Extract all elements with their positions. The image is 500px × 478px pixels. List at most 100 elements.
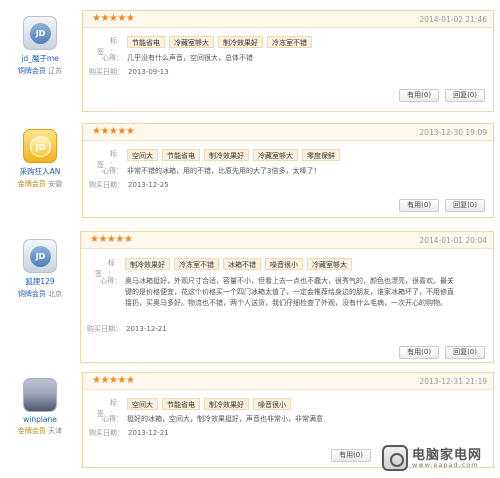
- member-level: 铜牌会员 北京: [0, 289, 80, 299]
- member-level: 金牌会员 天津: [0, 426, 80, 436]
- useful-button[interactable]: 有用(0): [399, 89, 440, 102]
- tag-list: 节能省电 冷藏室够大 制冷效果好 冷冻室不错: [127, 36, 316, 49]
- user-location: 辽苏: [48, 67, 63, 75]
- tag: 制冷效果好: [204, 398, 249, 410]
- review-item: JD 采购狂人AN 金牌会员 安徽 ★★★★★ 2013-12-30 19:09…: [0, 123, 500, 223]
- user-info: JD 狐狸129 铜牌会员 北京: [0, 239, 80, 299]
- comment-label: 心得：: [102, 167, 123, 175]
- user-info: winplane 金牌会员 天津: [0, 378, 80, 436]
- purchase-date: 2013-12-25: [128, 181, 169, 189]
- comment-row: 心得： 几乎没有什么声音，空间很大，总体不错: [89, 53, 487, 64]
- watermark-url: www.eapad.com: [412, 461, 479, 469]
- purchase-date: 2013-09-13: [128, 68, 169, 76]
- tag: 节能省电: [162, 398, 200, 410]
- review-header: ★★★★★ 2014-01-01 20:04: [81, 232, 493, 249]
- tag: 冷冻室不错: [267, 36, 312, 48]
- jd-logo-icon: JD: [30, 23, 51, 44]
- jd-logo-icon: JD: [30, 136, 51, 157]
- review-header: ★★★★★ 2013-12-30 19:09: [83, 124, 493, 141]
- review-date: 2014-01-02 21:46: [419, 15, 487, 24]
- star-rating: ★★★★★: [90, 234, 133, 245]
- reply-button[interactable]: 回复(0): [445, 89, 485, 102]
- useful-button[interactable]: 有用(0): [331, 449, 371, 462]
- review-item: JD 狐狸129 铜牌会员 北京 ★★★★★ 2014-01-01 20:04 …: [0, 231, 500, 366]
- member-level-text: 金牌会员: [17, 180, 46, 188]
- comment-label: 心得：: [100, 277, 121, 285]
- member-level: 铜牌会员 辽苏: [0, 66, 80, 76]
- star-rating: ★★★★★: [92, 375, 135, 386]
- username-link[interactable]: jd_魔子me: [0, 53, 80, 64]
- review-date: 2013-12-30 19:09: [419, 128, 487, 137]
- comment-row: 心得： 非常不错的冰箱，用的不错，比原先用的大了3倍多，太棒了！: [89, 166, 487, 177]
- purchase-row: 购买日期： 2013-12-21: [87, 324, 487, 335]
- comment-row: 心得： 奥马冰箱挺好，外观尺寸合适，容量不小，但看上去一点也不蠢大，很秀气的，颜色…: [87, 276, 487, 309]
- review-box: ★★★★★ 2013-12-30 19:09 标 签：空间大 节能省电 制冷效果好冷…: [82, 123, 494, 218]
- purchase-row: 购买日期： 2013-12-21: [89, 428, 487, 439]
- tag-list: 空间大 节能省电 制冷效果好 冷藏室够大 零度保鲜: [127, 149, 344, 162]
- purchase-date: 2013-12-21: [126, 325, 167, 333]
- user-info: JD jd_魔子me 铜牌会员 辽苏: [0, 16, 80, 76]
- tag: 制冷效果好: [125, 258, 170, 270]
- purchase-label: 购买日期：: [87, 325, 122, 333]
- reply-button[interactable]: 回复(0): [445, 346, 485, 359]
- review-header: ★★★★★ 2013-12-31 21:19: [83, 373, 493, 390]
- review-actions: 有用(0) 回复(0): [393, 346, 485, 359]
- purchase-row: 购买日期： 2013-09-13: [89, 67, 487, 78]
- avatar[interactable]: [23, 378, 57, 412]
- review-actions: 有用(0): [325, 449, 371, 462]
- site-watermark: 电脑家电网 www.eapad.com: [382, 444, 494, 472]
- review-actions: 有用(0) 回复(0): [393, 199, 485, 212]
- review-date: 2013-12-31 21:19: [419, 377, 487, 386]
- comment-text: 非常不错的冰箱，用的不错，比原先用的大了3倍多，太棒了！: [127, 167, 321, 175]
- star-rating: ★★★★★: [92, 126, 135, 137]
- tag: 节能省电: [127, 36, 165, 48]
- tag: 制冷效果好: [218, 36, 263, 48]
- avatar[interactable]: JD: [23, 129, 57, 163]
- user-location: 天津: [48, 427, 63, 435]
- comment-text: 挺好的冰箱，空间大，制冷效果挺好，声音也非常小，非常满意: [127, 415, 323, 423]
- username-link[interactable]: winplane: [0, 415, 80, 424]
- username-link[interactable]: 狐狸129: [0, 276, 80, 287]
- useful-button[interactable]: 有用(0): [399, 346, 440, 359]
- comment-label: 心得：: [102, 415, 123, 423]
- tag: 冷冻室不错: [174, 258, 219, 270]
- avatar[interactable]: JD: [23, 16, 57, 50]
- reply-button[interactable]: 回复(0): [445, 199, 485, 212]
- useful-button[interactable]: 有用(0): [399, 199, 440, 212]
- tag: 冷藏室够大: [169, 36, 214, 48]
- tag: 空间大: [127, 149, 158, 161]
- purchase-label: 购买日期：: [89, 68, 124, 76]
- member-level: 金牌会员 安徽: [0, 179, 80, 189]
- purchase-row: 购买日期： 2013-12-25: [89, 180, 487, 191]
- review-date: 2014-01-01 20:04: [419, 236, 487, 245]
- comment-text: 奥马冰箱挺好，外观尺寸合适，容量不小，但看上去一点也不蠢大，很秀气的，颜色也漂亮…: [125, 277, 454, 307]
- review-actions: 有用(0) 回复(0): [393, 89, 485, 102]
- tag: 节能省电: [162, 149, 200, 161]
- review-box: ★★★★★ 2014-01-01 20:04 标 签：制冷效果好 冷冻室不错 冰箱不…: [80, 231, 494, 363]
- comment-text: 几乎没有什么声音，空间很大，总体不错: [127, 54, 253, 62]
- tag: 噪音很小: [253, 398, 291, 410]
- user-info: JD 采购狂人AN 金牌会员 安徽: [0, 129, 80, 189]
- tag-list: 空间大 节能省电 制冷效果好 噪音很小: [127, 398, 295, 411]
- purchase-label: 购买日期：: [89, 181, 124, 189]
- username-link[interactable]: 采购狂人AN: [0, 166, 80, 177]
- user-location: 北京: [48, 290, 63, 298]
- avatar[interactable]: JD: [23, 239, 57, 273]
- tag: 冰箱不错: [223, 258, 261, 270]
- purchase-date: 2013-12-21: [128, 429, 169, 437]
- review-header: ★★★★★ 2014-01-02 21:46: [83, 11, 493, 28]
- watermark-logo-icon: [382, 445, 408, 471]
- tag: 制冷效果好: [204, 149, 249, 161]
- member-level-text: 铜牌会员: [17, 290, 46, 298]
- comment-label: 心得：: [102, 54, 123, 62]
- review-item: JD jd_魔子me 铜牌会员 辽苏 ★★★★★ 2014-01-02 21:4…: [0, 10, 500, 122]
- jd-logo-icon: JD: [30, 246, 51, 267]
- tag-list: 制冷效果好 冷冻室不错 冰箱不错 噪音很小 冷藏室够大: [125, 258, 356, 271]
- tag: 空间大: [127, 398, 158, 410]
- review-box: ★★★★★ 2014-01-02 21:46 标 签：节能省电 冷藏室够大 制冷效果…: [82, 10, 494, 112]
- member-level-text: 金牌会员: [17, 427, 46, 435]
- tag: 噪音很小: [265, 258, 303, 270]
- tag: 冷藏室够大: [253, 149, 298, 161]
- star-rating: ★★★★★: [92, 13, 135, 24]
- purchase-label: 购买日期：: [89, 429, 124, 437]
